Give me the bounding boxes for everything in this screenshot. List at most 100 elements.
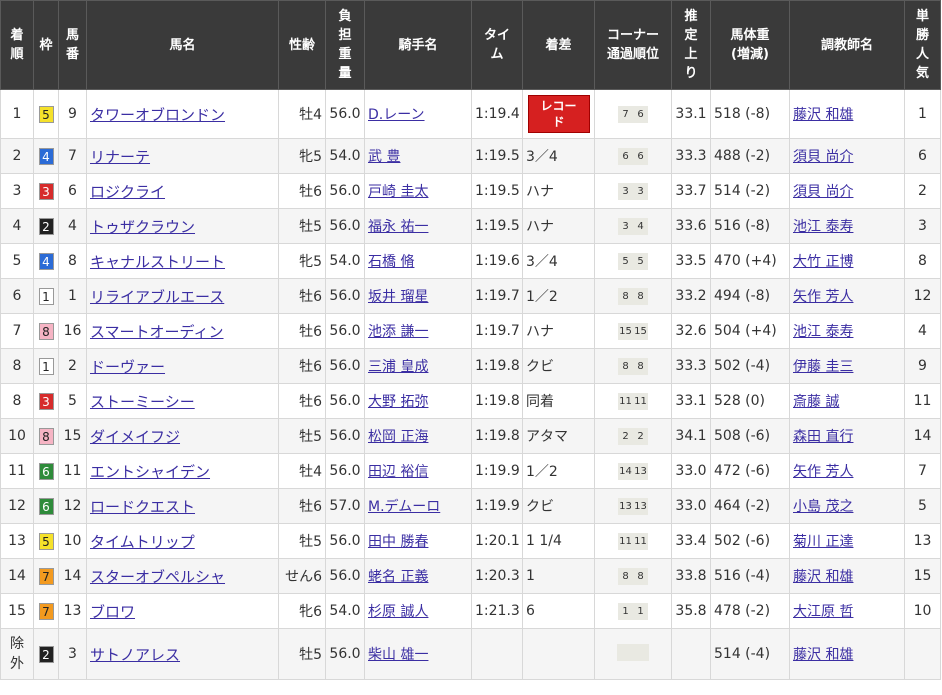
horse-name-link[interactable]: ロードクエスト (90, 498, 195, 516)
horse-name-link[interactable]: キャナルストリート (90, 253, 225, 271)
jockey-link[interactable]: 大野 拓弥 (368, 394, 428, 410)
table-row: 7 8 16 スマートオーディン 牡6 56.0 池添 謙一 1:19.7 ハナ… (0, 313, 941, 349)
horse-name-link[interactable]: タワーオブロンドン (90, 106, 225, 124)
trainer-link[interactable]: 菊川 正達 (793, 534, 853, 550)
jockey-link[interactable]: 石橋 脩 (368, 254, 414, 270)
table-row: 15 7 13 ブロワ 牝6 54.0 杉原 誠人 1:21.3 6 11 35… (0, 593, 941, 629)
waku-cell: 8 (33, 418, 59, 454)
trainer-link[interactable]: 斎藤 誠 (793, 394, 839, 410)
jockey-link[interactable]: 田中 勝春 (368, 534, 428, 550)
jockey-link[interactable]: 坂井 瑠星 (368, 289, 428, 305)
waku-cell: 5 (33, 523, 59, 559)
jockey-link[interactable]: 蛯名 正義 (368, 569, 428, 585)
jockey-cell: 大野 拓弥 (364, 383, 472, 419)
weight-cell: 54.0 (325, 593, 365, 629)
horse-name-link[interactable]: スマートオーディン (90, 323, 224, 341)
horse-name-link[interactable]: ドーヴァー (90, 358, 165, 376)
time-cell: 1:20.3 (471, 558, 523, 594)
waku-cell: 2 (33, 628, 59, 680)
corner-position: 8 (633, 358, 648, 375)
popularity-cell: 15 (904, 558, 941, 594)
trainer-cell: 森田 直行 (789, 418, 905, 454)
margin-cell: 1／2 (522, 453, 595, 489)
time-cell: 1:19.5 (471, 173, 523, 209)
weight-cell: 56.0 (325, 89, 365, 139)
sex-age-cell: 牝6 (278, 593, 326, 629)
header-body-weight: 馬体重 (増減) (710, 0, 790, 90)
sex-age-cell: 牡6 (278, 278, 326, 314)
trainer-link[interactable]: 伊藤 圭三 (793, 359, 853, 375)
corner-cell: 34 (594, 208, 672, 244)
body-weight-cell: 516 (-4) (710, 558, 790, 594)
trainer-cell: 藤沢 和雄 (789, 89, 905, 139)
horse-name-link[interactable]: ブロワ (90, 603, 135, 621)
horse-number-cell: 13 (58, 593, 87, 629)
jockey-link[interactable]: 三浦 皇成 (368, 359, 428, 375)
rank-cell: 6 (0, 278, 34, 314)
trainer-link[interactable]: 矢作 芳人 (793, 289, 853, 305)
horse-name-cell: リライアブルエース (86, 278, 279, 314)
trainer-link[interactable]: 小島 茂之 (793, 499, 853, 515)
trainer-link[interactable]: 大江原 哲 (793, 604, 853, 620)
jockey-link[interactable]: 柴山 雄一 (368, 647, 428, 663)
body-weight-cell: 478 (-2) (710, 593, 790, 629)
corner-position: 13 (633, 463, 648, 480)
body-weight-cell: 514 (-2) (710, 173, 790, 209)
table-row: 4 2 4 トゥザクラウン 牡5 56.0 福永 祐一 1:19.5 ハナ 34… (0, 208, 941, 244)
jockey-link[interactable]: 松岡 正海 (368, 429, 428, 445)
corner-position: 14 (618, 463, 633, 480)
jockey-link[interactable]: D.レーン (368, 107, 425, 123)
horse-number-cell: 8 (58, 243, 87, 279)
waku-cell: 3 (33, 383, 59, 419)
trainer-cell: 小島 茂之 (789, 488, 905, 524)
horse-name-link[interactable]: リナーテ (90, 148, 150, 166)
horse-name-link[interactable]: リライアブルエース (90, 288, 224, 306)
horse-name-link[interactable]: タイムトリップ (90, 533, 195, 551)
trainer-cell: 藤沢 和雄 (789, 628, 905, 680)
table-row: 1 5 9 タワーオブロンドン 牡4 56.0 D.レーン 1:19.4 レコー… (0, 89, 941, 139)
jockey-link[interactable]: 杉原 誠人 (368, 604, 428, 620)
margin-cell: クビ (522, 348, 595, 384)
popularity-cell: 9 (904, 348, 941, 384)
time-cell: 1:21.3 (471, 593, 523, 629)
trainer-cell: 須貝 尚介 (789, 138, 905, 174)
trainer-link[interactable]: 池江 泰寿 (793, 324, 853, 340)
jockey-link[interactable]: 福永 祐一 (368, 219, 428, 235)
trainer-link[interactable]: 池江 泰寿 (793, 219, 853, 235)
horse-name-link[interactable]: エントシャイデン (90, 463, 210, 481)
sex-age-cell: せん6 (278, 558, 326, 594)
header-corner: コーナー 通過順位 (594, 0, 672, 90)
trainer-link[interactable]: 須貝 尚介 (793, 184, 853, 200)
jockey-link[interactable]: 田辺 裕信 (368, 464, 428, 480)
corner-position: 6 (633, 148, 648, 165)
waku-cell: 7 (33, 558, 59, 594)
horse-name-link[interactable]: ダイメイフジ (90, 428, 180, 446)
trainer-link[interactable]: 大竹 正博 (793, 254, 853, 270)
horse-name-link[interactable]: ストーミーシー (90, 393, 195, 411)
trainer-link[interactable]: 藤沢 和雄 (793, 647, 853, 663)
jockey-link[interactable]: M.デムーロ (368, 499, 440, 515)
horse-name-link[interactable]: トゥザクラウン (90, 218, 195, 236)
horse-name-link[interactable]: スターオブペルシャ (90, 568, 225, 586)
corner-position: 7 (618, 106, 633, 123)
corner-position: 3 (618, 183, 633, 200)
waku-badge: 4 (38, 147, 54, 165)
popularity-cell: 1 (904, 89, 941, 139)
jockey-link[interactable]: 池添 謙一 (368, 324, 428, 340)
trainer-link[interactable]: 森田 直行 (793, 429, 853, 445)
horse-name-link[interactable]: サトノアレス (90, 646, 180, 664)
trainer-link[interactable]: 藤沢 和雄 (793, 107, 853, 123)
corner-cell: 76 (594, 89, 672, 139)
last-3f-cell: 33.3 (671, 348, 711, 384)
trainer-link[interactable]: 矢作 芳人 (793, 464, 853, 480)
jockey-link[interactable]: 戸崎 圭太 (368, 184, 428, 200)
rank-cell: 除外 (0, 628, 34, 680)
horse-number-cell: 16 (58, 313, 87, 349)
corner-position: 1 (618, 603, 633, 620)
trainer-link[interactable]: 藤沢 和雄 (793, 569, 853, 585)
jockey-link[interactable]: 武 豊 (368, 149, 400, 165)
trainer-link[interactable]: 須貝 尚介 (793, 149, 853, 165)
horse-name-link[interactable]: ロジクライ (90, 183, 165, 201)
rank-cell: 10 (0, 418, 34, 454)
table-row: 5 4 8 キャナルストリート 牝5 54.0 石橋 脩 1:19.6 3／4 … (0, 243, 941, 279)
